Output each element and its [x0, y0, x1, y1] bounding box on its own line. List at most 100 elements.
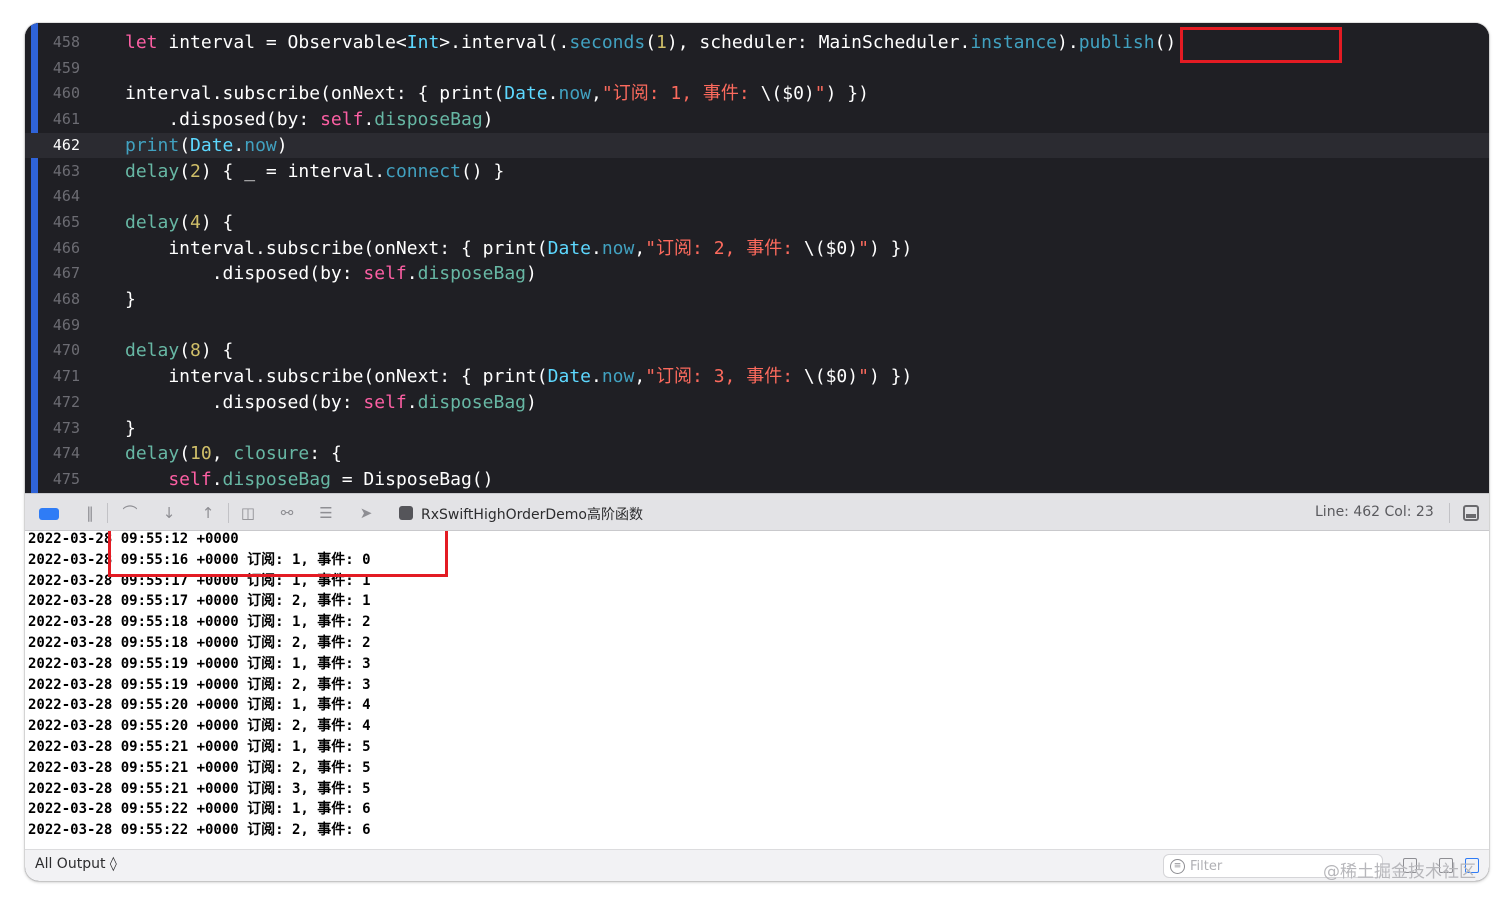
code-token: 8 [190, 340, 201, 362]
code-token: disposeBag [417, 263, 526, 285]
pause-icon[interactable]: ‖ [79, 502, 101, 524]
code-token: . [211, 468, 223, 490]
code-line[interactable]: 474 delay(10, closure: { [25, 441, 1489, 466]
code-token: . [591, 237, 602, 259]
console-line: 2022-03-28 09:55:20 +0000 订阅: 2, 事件: 4 [28, 718, 371, 735]
code-token: now [244, 134, 277, 156]
code-line[interactable]: 464 [25, 184, 1489, 209]
console-line: 2022-03-28 09:55:18 +0000 订阅: 1, 事件: 2 [28, 614, 371, 631]
console-line: 2022-03-28 09:55:21 +0000 订阅: 3, 事件: 5 [28, 780, 371, 797]
code-token: self [363, 263, 407, 285]
code-token: ( [179, 340, 191, 362]
code-text: } [125, 416, 136, 441]
code-token: "订阅: 2, 事件: [645, 237, 804, 259]
code-token: delay [125, 443, 180, 465]
code-token: Date [547, 366, 591, 388]
code-line[interactable]: 469 [25, 313, 1489, 338]
code-line[interactable]: 475 self.disposeBag = DisposeBag() [25, 467, 1489, 492]
code-token: ( [179, 211, 191, 233]
line-number: 467 [52, 264, 80, 283]
publish-highlight-box [1180, 27, 1342, 63]
divider [228, 503, 229, 523]
code-token: delay [125, 340, 180, 362]
code-token: delay [125, 160, 180, 182]
code-text: .disposed(by: self.disposeBag) [125, 107, 493, 132]
code-token: Date [504, 83, 548, 105]
code-token: disposeBag [374, 109, 483, 131]
hide-panel-icon[interactable] [1463, 505, 1479, 521]
code-line[interactable]: 473} [25, 416, 1489, 441]
line-number: 472 [52, 392, 80, 411]
code-token: publish [1078, 32, 1155, 53]
code-token: interval.subscribe(onNext: { print( [125, 83, 505, 105]
code-text: .disposed(by: self.disposeBag) [125, 390, 537, 415]
code-text: delay(8) { [125, 338, 233, 363]
view-debugger-icon[interactable]: ◫ [237, 502, 259, 524]
code-token: "订阅: 3, 事件: [645, 366, 804, 388]
code-token: self [125, 468, 212, 490]
code-token: . [406, 391, 418, 413]
breakpoints-toggle-icon[interactable] [39, 508, 59, 520]
code-text: delay(10, closure: { [125, 441, 342, 466]
code-token: ) [526, 391, 537, 413]
step-out-icon[interactable]: ↑ [197, 502, 219, 524]
code-editor[interactable]: 458 let interval = Observable<Int>.interv… [25, 23, 1489, 493]
code-text: interval.subscribe(onNext: { print(Date.… [125, 236, 912, 261]
code-token: : { [309, 443, 342, 465]
code-token: Date [547, 237, 591, 259]
line-number: 466 [52, 238, 80, 257]
memory-graph-icon[interactable]: ⚯ [276, 502, 298, 524]
code-line[interactable]: 472 .disposed(by: self.disposeBag) [25, 390, 1489, 415]
code-line[interactable]: 465 delay(4) { [25, 210, 1489, 235]
code-token: 2 [190, 160, 201, 182]
line-number: 469 [52, 315, 80, 334]
code-text: delay(2) { _ = interval.connect() } [125, 159, 504, 184]
code-token: ) { [200, 340, 234, 362]
code-token: , [634, 237, 646, 259]
environment-overrides-icon[interactable]: ☰ [315, 502, 337, 524]
code-token: . [591, 366, 602, 388]
code-token: interval.subscribe(onNext: { print( [125, 237, 548, 259]
code-line[interactable]: 463 delay(2) { _ = interval.connect() } [25, 159, 1489, 184]
line-number: 468 [52, 290, 80, 308]
code-token: .disposed(by: [125, 109, 321, 131]
code-line[interactable]: 461 .disposed(by: self.disposeBag) [25, 107, 1489, 132]
code-line[interactable]: 470 delay(8) { [25, 338, 1489, 363]
step-over-icon[interactable]: ⌒ [119, 502, 141, 524]
output-filter-select[interactable]: All Output ◊ [35, 856, 117, 872]
code-text: .disposed(by: self.disposeBag) [125, 261, 537, 286]
code-line[interactable]: 466 interval.subscribe(onNext: { print(D… [25, 236, 1489, 261]
code-line[interactable]: 460 interval.subscribe(onNext: { print(Da… [25, 81, 1489, 106]
code-token: ( [179, 134, 191, 156]
code-token: self [363, 391, 407, 413]
console-line: 2022-03-28 09:55:21 +0000 订阅: 1, 事件: 5 [28, 739, 371, 755]
code-token: () [1154, 32, 1177, 53]
debug-target-name[interactable]: RxSwiftHighOrderDemo高阶函数 [421, 504, 643, 524]
console-footer: All Output ◊ ≡ @稀土掘金技术社区 [25, 849, 1489, 881]
console-line: 2022-03-28 09:55:22 +0000 订阅: 1, 事件: 6 [28, 801, 371, 818]
code-token: } [125, 417, 136, 439]
code-token: ) { _ = interval. [200, 160, 386, 182]
line-number: 459 [52, 58, 80, 77]
code-token: >.interval(. [439, 32, 570, 53]
code-token: \($0) [803, 237, 859, 259]
console-output[interactable]: 2022-03-28 09:55:12 +0000 2022-03-28 09:5… [25, 531, 1489, 849]
code-token: Date [190, 134, 234, 156]
code-token: let [125, 32, 158, 53]
code-text: interval.subscribe(onNext: { print(Date.… [125, 364, 912, 389]
code-token: . [363, 109, 375, 131]
code-line[interactable]: 468} [25, 287, 1489, 312]
code-line[interactable]: 467 .disposed(by: self.disposeBag) [25, 261, 1489, 286]
code-text: interval.subscribe(onNext: { print(Date.… [125, 81, 869, 106]
code-token: delay [125, 211, 180, 233]
code-token: , [211, 443, 234, 465]
console-line: 2022-03-28 09:55:21 +0000 订阅: 2, 事件: 5 [28, 759, 371, 776]
code-line[interactable]: 471 interval.subscribe(onNext: { print(D… [25, 364, 1489, 389]
code-token: connect [385, 160, 461, 182]
code-line[interactable]: 462 print(Date.now) [25, 132, 1489, 158]
code-token: " [858, 366, 869, 388]
simulate-location-icon[interactable]: ➤ [355, 502, 377, 524]
cursor-position: Line: 462 Col: 23 [1315, 504, 1434, 520]
step-into-icon[interactable]: ↓ [158, 502, 180, 524]
code-token: , [591, 83, 602, 105]
